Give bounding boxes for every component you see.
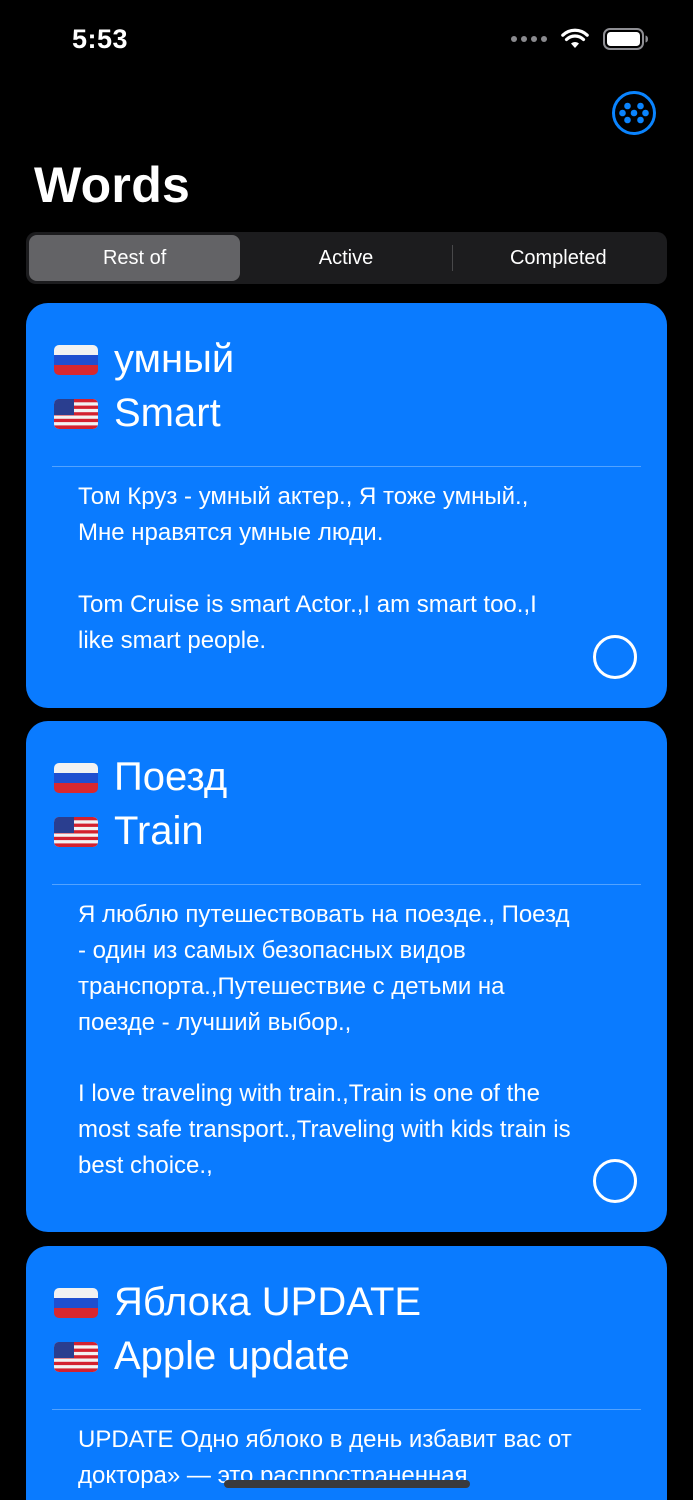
ru-word: Яблока UPDATE [114, 1280, 422, 1324]
ru-word: умный [114, 337, 235, 381]
card-divider [52, 466, 641, 467]
ru-word-row: Яблока UPDATE [54, 1280, 421, 1325]
usa-flag-icon [54, 816, 98, 847]
en-word-row: Smart [54, 391, 221, 436]
status-time: 5:53 [72, 24, 129, 54]
en-word: Apple update [114, 1334, 350, 1378]
battery-icon [603, 28, 648, 50]
complete-toggle-icon[interactable] [593, 1159, 637, 1203]
card-divider [52, 884, 641, 885]
russia-flag-icon [54, 762, 98, 793]
ru-word-row: умный [54, 337, 234, 382]
usa-flag-icon [54, 1341, 98, 1372]
grid-dots-icon[interactable] [611, 90, 657, 136]
card-divider [52, 1409, 641, 1410]
russia-flag-icon [54, 1287, 98, 1318]
ru-example: Том Круз - умный актер., Я тоже умный., … [78, 483, 529, 546]
status-icons [511, 28, 649, 50]
cellular-signal-icon [511, 36, 547, 42]
page-title: Words [34, 157, 191, 213]
en-example: I love traveling with train.,Train is on… [78, 1080, 571, 1179]
complete-toggle-icon[interactable] [593, 635, 637, 679]
segment-rest-of[interactable]: Rest of [29, 235, 241, 281]
segment-completed[interactable]: Completed [453, 235, 664, 281]
ru-word: Поезд [114, 755, 228, 799]
segment-active[interactable]: Active [240, 235, 451, 281]
en-word-row: Apple update [54, 1334, 350, 1379]
usa-flag-icon [54, 398, 98, 429]
russia-flag-icon [54, 344, 98, 375]
segmented-control: Rest of Active Completed [26, 232, 667, 284]
home-indicator [224, 1480, 470, 1488]
en-example: Tom Cruise is smart Actor.,I am smart to… [78, 591, 537, 654]
en-word: Train [114, 809, 204, 853]
wifi-icon [561, 28, 589, 48]
en-word: Smart [114, 391, 221, 435]
ru-example: Я люблю путешествовать на поезде., Поезд… [78, 901, 570, 1036]
ru-word-row: Поезд [54, 755, 227, 800]
status-bar: 5:53 [0, 0, 693, 80]
word-card[interactable]: Поезд Train Я люблю путешествовать на по… [26, 721, 667, 1232]
word-card[interactable]: Яблока UPDATE Apple update UPDATE Одно я… [26, 1246, 667, 1500]
word-card[interactable]: умный Smart Том Круз - умный актер., Я т… [26, 303, 667, 708]
en-word-row: Train [54, 809, 204, 854]
